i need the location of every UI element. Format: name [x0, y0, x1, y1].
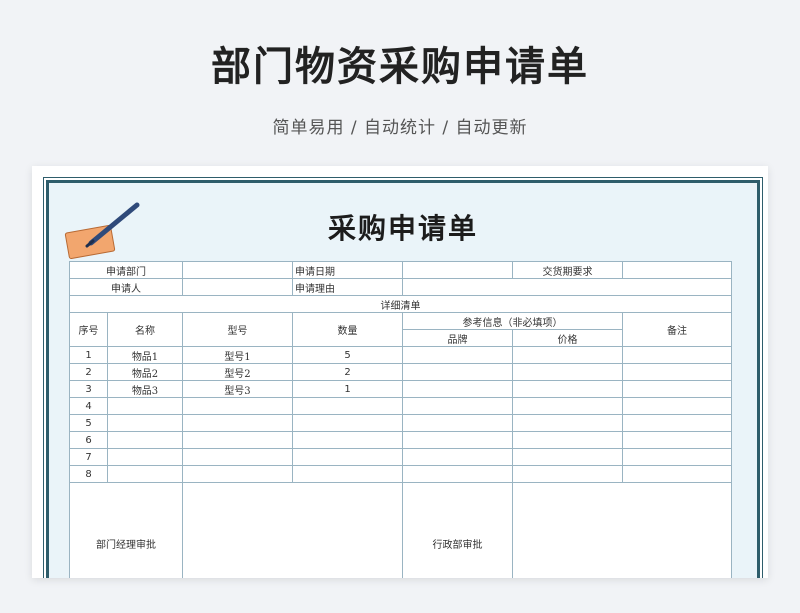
- date-field[interactable]: [402, 261, 513, 279]
- row-name-cell[interactable]: 物品3: [107, 380, 183, 398]
- row-brand-cell[interactable]: [402, 380, 513, 398]
- table-row: 3 物品3 型号3 1: [69, 380, 732, 398]
- row-seq-cell: 1: [69, 346, 108, 364]
- row-qty-cell[interactable]: [292, 397, 403, 415]
- row-model-cell[interactable]: [182, 414, 293, 432]
- row-qty-cell[interactable]: [292, 465, 403, 483]
- row-brand-cell[interactable]: [402, 414, 513, 432]
- col-qty: 数量: [292, 312, 403, 347]
- col-name: 名称: [107, 312, 183, 347]
- row-price-cell[interactable]: [512, 380, 623, 398]
- row-note-cell[interactable]: [622, 414, 732, 432]
- applicant-label: 申请人: [69, 278, 183, 296]
- row-brand-cell[interactable]: [402, 363, 513, 381]
- row-name-cell[interactable]: [107, 431, 183, 449]
- row-qty-cell[interactable]: [292, 414, 403, 432]
- row-qty-cell[interactable]: 2: [292, 363, 403, 381]
- row-brand-cell[interactable]: [402, 346, 513, 364]
- row-note-cell[interactable]: [622, 465, 732, 483]
- dept-label: 申请部门: [69, 261, 183, 279]
- col-note: 备注: [622, 312, 732, 347]
- applicant-field[interactable]: [182, 278, 293, 296]
- row-qty-cell[interactable]: 1: [292, 380, 403, 398]
- row-seq-cell: 4: [69, 397, 108, 415]
- sheet-title: 采购申请单: [327, 212, 478, 245]
- row-model-cell[interactable]: [182, 397, 293, 415]
- purchase-form-table: 申请部门 申请日期 交货期要求 申请人 申请理由 详细清单 序号 名称 型号 数…: [69, 261, 732, 578]
- info-row-1: 申请部门 申请日期 交货期要求: [69, 261, 732, 279]
- detail-rows: 1 物品1 型号1 5 2 物品2 型号2 2 3 物品3 型号3 1 4 5 6 7 8: [69, 346, 732, 483]
- row-qty-cell[interactable]: [292, 431, 403, 449]
- row-qty-cell[interactable]: [292, 448, 403, 466]
- row-brand-cell[interactable]: [402, 431, 513, 449]
- dept-field[interactable]: [182, 261, 293, 279]
- row-price-cell[interactable]: [512, 363, 623, 381]
- row-model-cell[interactable]: 型号3: [182, 380, 293, 398]
- table-row: 1 物品1 型号1 5: [69, 346, 732, 364]
- row-name-cell[interactable]: [107, 465, 183, 483]
- row-seq-cell: 6: [69, 431, 108, 449]
- row-note-cell[interactable]: [622, 363, 732, 381]
- row-name-cell[interactable]: [107, 397, 183, 415]
- row-note-cell[interactable]: [622, 431, 732, 449]
- table-row: 7: [69, 448, 732, 466]
- row-brand-cell[interactable]: [402, 448, 513, 466]
- table-row: 4: [69, 397, 732, 415]
- admin-approval-field[interactable]: [512, 482, 732, 578]
- row-note-cell[interactable]: [622, 448, 732, 466]
- row-note-cell[interactable]: [622, 397, 732, 415]
- row-model-cell[interactable]: [182, 465, 293, 483]
- row-model-cell[interactable]: 型号2: [182, 363, 293, 381]
- approval-row: 部门经理审批 行政部审批: [69, 482, 732, 578]
- row-price-cell[interactable]: [512, 346, 623, 364]
- row-seq-cell: 8: [69, 465, 108, 483]
- info-row-2: 申请人 申请理由: [69, 278, 732, 296]
- row-name-cell[interactable]: [107, 448, 183, 466]
- row-name-cell[interactable]: [107, 414, 183, 432]
- section-row: 详细清单: [69, 295, 732, 313]
- reason-label: 申请理由: [292, 278, 403, 296]
- preview-card: 采购申请单 申请部门 申请日期 交货期要求 申请人 申请理由 详细清单 序号 名…: [32, 166, 768, 578]
- table-row: 5: [69, 414, 732, 432]
- table-row: 8: [69, 465, 732, 483]
- col-brand: 品牌: [402, 329, 513, 347]
- row-model-cell[interactable]: [182, 448, 293, 466]
- row-model-cell[interactable]: [182, 431, 293, 449]
- dept-manager-approval-field[interactable]: [182, 482, 403, 578]
- dept-manager-approval-label: 部门经理审批: [69, 482, 183, 578]
- column-header-row-1: 序号 名称 型号 数量 参考信息（非必填项） 备注: [69, 312, 732, 347]
- delivery-field[interactable]: [622, 261, 732, 279]
- col-price: 价格: [512, 329, 623, 347]
- row-price-cell[interactable]: [512, 448, 623, 466]
- table-row: 6: [69, 431, 732, 449]
- row-seq-cell: 2: [69, 363, 108, 381]
- row-price-cell[interactable]: [512, 465, 623, 483]
- row-seq-cell: 5: [69, 414, 108, 432]
- form-frame: 采购申请单 申请部门 申请日期 交货期要求 申请人 申请理由 详细清单 序号 名…: [43, 177, 763, 578]
- row-name-cell[interactable]: 物品2: [107, 363, 183, 381]
- row-seq-cell: 3: [69, 380, 108, 398]
- row-price-cell[interactable]: [512, 431, 623, 449]
- col-ref: 参考信息（非必填项）: [402, 312, 623, 330]
- row-qty-cell[interactable]: 5: [292, 346, 403, 364]
- row-note-cell[interactable]: [622, 380, 732, 398]
- row-brand-cell[interactable]: [402, 397, 513, 415]
- col-seq: 序号: [69, 312, 108, 347]
- table-row: 2 物品2 型号2 2: [69, 363, 732, 381]
- row-model-cell[interactable]: 型号1: [182, 346, 293, 364]
- row-seq-cell: 7: [69, 448, 108, 466]
- row-note-cell[interactable]: [622, 346, 732, 364]
- col-model: 型号: [182, 312, 293, 347]
- row-price-cell[interactable]: [512, 397, 623, 415]
- page-subtitle: 简单易用 / 自动统计 / 自动更新: [272, 118, 528, 138]
- row-name-cell[interactable]: 物品1: [107, 346, 183, 364]
- delivery-label: 交货期要求: [512, 261, 623, 279]
- date-label: 申请日期: [292, 261, 403, 279]
- row-price-cell[interactable]: [512, 414, 623, 432]
- reason-field[interactable]: [402, 278, 732, 296]
- admin-approval-label: 行政部审批: [402, 482, 513, 578]
- row-brand-cell[interactable]: [402, 465, 513, 483]
- detail-section-heading: 详细清单: [69, 295, 732, 313]
- page-title: 部门物资采购申请单: [211, 44, 589, 90]
